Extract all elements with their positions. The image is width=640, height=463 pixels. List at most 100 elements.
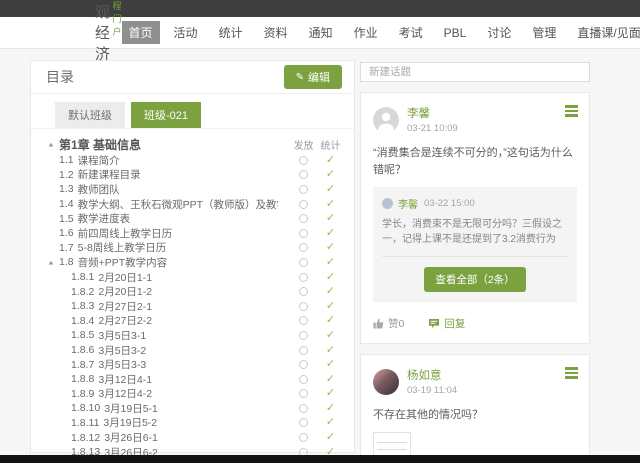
- toc-item-number: 1.1: [59, 154, 74, 166]
- toc-item[interactable]: ▲ 1.8.2 2月20日1-2 ✓: [47, 284, 344, 299]
- toc-item[interactable]: ▲ 1.8 音频+PPT教学内容 ✓: [47, 255, 344, 270]
- stats-check-icon: ✓: [326, 286, 335, 297]
- post-author[interactable]: 杨如意: [407, 367, 457, 383]
- column-header-stats: 统计: [317, 137, 344, 152]
- toc-item[interactable]: ▲ 1.1 课程简介 ✓: [47, 153, 344, 168]
- post-menu-icon[interactable]: [565, 105, 578, 119]
- toc-item[interactable]: ▲ 1.8.7 3月5日3-3 ✓: [47, 357, 344, 372]
- toc-item-label: 教学进度表: [78, 211, 131, 226]
- toc-item[interactable]: ▲ 1.4 教学大纲、王秋石微观PPT（教师版）及教学案例 ✓: [47, 197, 344, 212]
- toc-item-number: 1.3: [59, 183, 74, 195]
- like-button[interactable]: 赞0: [373, 316, 404, 331]
- publish-toggle-icon[interactable]: [299, 200, 308, 209]
- edit-button[interactable]: ✎ 编辑: [284, 65, 342, 89]
- toc-item[interactable]: ▲ 1.8.4 2月27日2-2 ✓: [47, 314, 344, 329]
- post-meta: 杨如意 03-19 11:04: [407, 367, 457, 396]
- publish-toggle-icon[interactable]: [299, 404, 308, 413]
- nav-tab[interactable]: 讨论: [480, 21, 518, 44]
- toc-item[interactable]: ▲ 1.8.9 3月12日4-2 ✓: [47, 387, 344, 402]
- toc-item-status: ✓: [290, 257, 344, 268]
- chapter-label: 第1章 基础信息: [59, 136, 141, 153]
- publish-toggle-icon[interactable]: [299, 229, 308, 238]
- toc-item[interactable]: ▲ 1.8.10 3月19日5-1 ✓: [47, 401, 344, 416]
- nav-tab[interactable]: 管理: [525, 21, 563, 44]
- toc-item-label: 3月5日3-2: [98, 343, 146, 358]
- publish-toggle-icon[interactable]: [299, 156, 308, 165]
- nav-tab[interactable]: 直播课/见面课: [570, 21, 640, 44]
- reply-author[interactable]: 李馨: [398, 196, 418, 211]
- toc-item-label: 3月12日4-2: [98, 386, 152, 401]
- toc-item-number: 1.6: [59, 227, 74, 239]
- toc-item-number: 1.8.2: [71, 286, 94, 298]
- toc-panel: 目录 ✎ 编辑 默认班级 班级-021 ▲ 第1章 基础信息 发放 统计 ▲ 1…: [30, 60, 355, 453]
- edit-button-label: 编辑: [308, 69, 330, 85]
- column-header-publish: 发放: [290, 137, 317, 152]
- nav-tab[interactable]: 活动: [167, 21, 205, 44]
- publish-toggle-icon[interactable]: [299, 360, 308, 369]
- toc-item[interactable]: ▲ 1.5 教学进度表 ✓: [47, 211, 344, 226]
- toc-item[interactable]: ▲ 1.8.12 3月26日6-1 ✓: [47, 430, 344, 445]
- toc-item[interactable]: ▲ 1.7 5-8周线上教学日历 ✓: [47, 241, 344, 256]
- nav-tab[interactable]: PBL: [437, 23, 474, 43]
- stats-check-icon: ✓: [326, 301, 335, 312]
- publish-toggle-icon[interactable]: [299, 389, 308, 398]
- publish-toggle-icon[interactable]: [299, 170, 308, 179]
- toc-item[interactable]: ▲ 1.8.11 3月19日5-2 ✓: [47, 416, 344, 431]
- toc-item[interactable]: ▲ 1.2 新建课程目录 ✓: [47, 168, 344, 183]
- nav-tab[interactable]: 统计: [212, 21, 250, 44]
- avatar[interactable]: [373, 107, 399, 133]
- nav-tab[interactable]: 首页: [122, 21, 160, 44]
- column-headers: 发放 统计: [290, 137, 344, 152]
- post-author[interactable]: 李馨: [407, 105, 458, 121]
- toc-item[interactable]: ▲ 1.6 前四周线上教学日历 ✓: [47, 226, 344, 241]
- class-tab[interactable]: 默认班级: [55, 102, 125, 128]
- reply-avatar[interactable]: [382, 198, 393, 209]
- new-topic-input[interactable]: [360, 62, 590, 82]
- publish-toggle-icon[interactable]: [299, 418, 308, 427]
- toc-item-number: 1.8.8: [71, 373, 94, 385]
- nav-tab[interactable]: 作业: [347, 21, 385, 44]
- collapse-caret-icon[interactable]: ▲: [47, 141, 59, 148]
- publish-toggle-icon[interactable]: [299, 185, 308, 194]
- stats-check-icon: ✓: [326, 432, 335, 443]
- nav-tab[interactable]: 考试: [392, 21, 430, 44]
- toc-item-number: 1.8.9: [71, 388, 94, 400]
- toc-item-number: 1.4: [59, 198, 74, 210]
- toc-chapter-row[interactable]: ▲ 第1章 基础信息 发放 统计: [47, 136, 344, 153]
- class-tab[interactable]: 班级-021: [131, 102, 201, 128]
- publish-toggle-icon[interactable]: [299, 258, 308, 267]
- stats-check-icon: ✓: [326, 228, 335, 239]
- toc-item[interactable]: ▲ 1.8.3 2月27日2-1 ✓: [47, 299, 344, 314]
- stats-check-icon: ✓: [326, 403, 335, 414]
- toc-item[interactable]: ▲ 1.8.1 2月20日1-1 ✓: [47, 270, 344, 285]
- toc-item-status: ✓: [290, 228, 344, 239]
- toc-item-status: ✓: [290, 155, 344, 166]
- publish-toggle-icon[interactable]: [299, 214, 308, 223]
- toc-item-number: 1.7: [59, 242, 74, 254]
- post-menu-icon[interactable]: [565, 367, 578, 381]
- stats-check-icon: ✓: [326, 213, 335, 224]
- nav-tab[interactable]: 资料: [257, 21, 295, 44]
- publish-toggle-icon[interactable]: [299, 346, 308, 355]
- publish-toggle-icon[interactable]: [299, 273, 308, 282]
- collapse-caret-icon[interactable]: ▲: [47, 259, 59, 266]
- avatar[interactable]: [373, 369, 399, 395]
- toc-item[interactable]: ▲ 1.8.8 3月12日4-1 ✓: [47, 372, 344, 387]
- reply-button[interactable]: 回复: [428, 316, 465, 331]
- publish-toggle-icon[interactable]: [299, 302, 308, 311]
- view-all-replies-button[interactable]: 查看全部（2条）: [424, 267, 525, 292]
- toc-item-label: 2月27日2-1: [98, 299, 152, 314]
- toc-item[interactable]: ▲ 1.8.6 3月5日3-2 ✓: [47, 343, 344, 358]
- nav-tab[interactable]: 通知: [302, 21, 340, 44]
- toc-item[interactable]: ▲ 1.3 教师团队 ✓: [47, 182, 344, 197]
- publish-toggle-icon[interactable]: [299, 433, 308, 442]
- publish-toggle-icon[interactable]: [299, 316, 308, 325]
- toc-item[interactable]: ▲ 1.8.5 3月5日3-1 ✓: [47, 328, 344, 343]
- toc-item-status: ✓: [290, 417, 344, 428]
- publish-toggle-icon[interactable]: [299, 375, 308, 384]
- publish-toggle-icon[interactable]: [299, 331, 308, 340]
- stats-check-icon: ✓: [326, 345, 335, 356]
- publish-toggle-icon[interactable]: [299, 243, 308, 252]
- publish-toggle-icon[interactable]: [299, 287, 308, 296]
- post-header: 李馨 03-21 10:09: [373, 105, 577, 134]
